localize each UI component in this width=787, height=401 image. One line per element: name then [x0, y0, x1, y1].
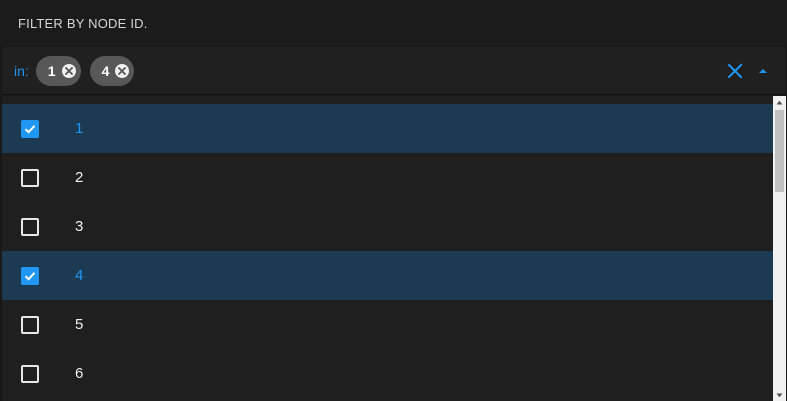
- scrollbar-thumb[interactable]: [775, 110, 784, 192]
- list-scrollbar[interactable]: [773, 96, 786, 401]
- list-item[interactable]: 5: [2, 300, 773, 349]
- list-item[interactable]: 3: [2, 202, 773, 251]
- clear-selection-button[interactable]: [721, 57, 749, 85]
- checkbox-checked[interactable]: [21, 119, 39, 138]
- chip-remove-icon[interactable]: [61, 63, 76, 78]
- list-item-label: 4: [75, 267, 84, 284]
- checkbox-checked[interactable]: [21, 266, 39, 285]
- selected-chip[interactable]: 4: [89, 55, 135, 86]
- list-item-label: 3: [75, 218, 84, 235]
- list-item[interactable]: 6: [2, 349, 773, 398]
- operator-label: in:: [14, 62, 29, 79]
- list-item-label: 5: [75, 316, 84, 333]
- check-icon: [24, 271, 36, 281]
- chip-label: 4: [101, 62, 110, 79]
- chip-remove-icon[interactable]: [115, 63, 130, 78]
- filter-title: FILTER BY NODE ID.: [18, 15, 148, 31]
- list-item[interactable]: 2: [2, 153, 773, 202]
- collapse-dropdown-button[interactable]: [749, 57, 777, 85]
- list-item[interactable]: 4: [2, 251, 773, 300]
- node-id-filter-panel: FILTER BY NODE ID. in: 1 4 1 2 3 4 5 6: [0, 0, 787, 401]
- list-item-label: 2: [75, 169, 84, 186]
- filter-bar-actions: [721, 47, 777, 95]
- checkbox-unchecked[interactable]: [21, 364, 39, 383]
- scroll-down-arrow-icon[interactable]: [773, 389, 786, 401]
- list-item-label: 6: [75, 365, 84, 382]
- caret-up-icon: [759, 69, 767, 73]
- chip-label: 1: [47, 62, 56, 79]
- list-item-label: 1: [75, 120, 84, 137]
- list-item[interactable]: 1: [2, 104, 773, 153]
- filter-header: FILTER BY NODE ID.: [0, 0, 787, 46]
- close-icon: [727, 63, 743, 79]
- check-icon: [24, 124, 36, 134]
- checkbox-unchecked[interactable]: [21, 315, 39, 334]
- selected-chip[interactable]: 1: [35, 55, 81, 86]
- node-id-options-list[interactable]: 1 2 3 4 5 6: [2, 96, 773, 401]
- checkbox-unchecked[interactable]: [21, 168, 39, 187]
- scroll-up-arrow-icon[interactable]: [773, 96, 786, 108]
- filter-input-bar[interactable]: in: 1 4: [2, 47, 785, 95]
- checkbox-unchecked[interactable]: [21, 217, 39, 236]
